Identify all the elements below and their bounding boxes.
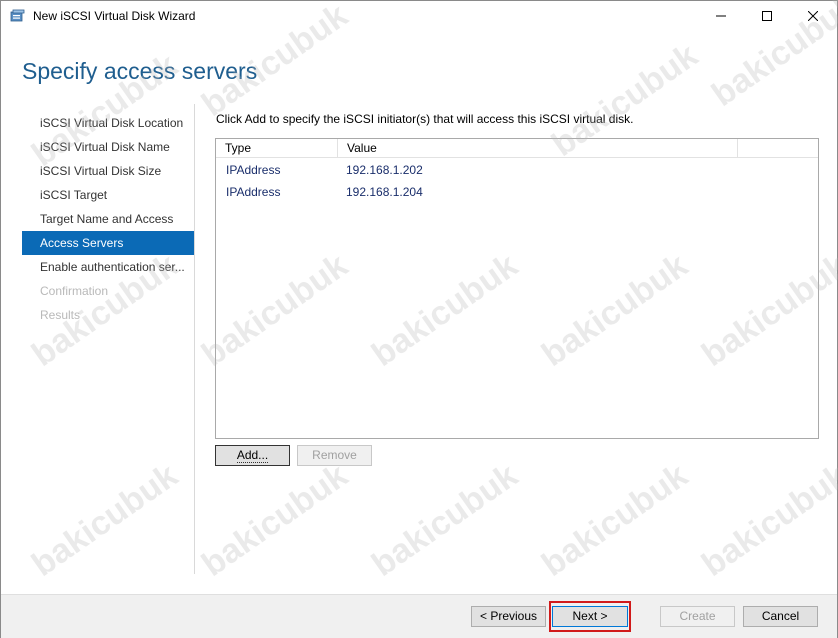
row-value: 192.168.1.204 [346, 185, 423, 199]
table-row[interactable]: IPAddress 192.168.1.204 [216, 181, 816, 203]
create-button: Create [660, 606, 735, 627]
list-header: Type Value [216, 139, 818, 158]
column-header-type[interactable]: Type [216, 139, 338, 157]
maximize-icon [762, 11, 772, 21]
wizard-window: New iSCSI Virtual Disk Wizard Specify ac… [0, 0, 838, 638]
nav-divider [194, 104, 195, 574]
previous-button[interactable]: < Previous [471, 606, 546, 627]
nav-step-results: Results [40, 308, 81, 322]
row-value: 192.168.1.202 [346, 163, 423, 177]
nav-step-confirmation: Confirmation [40, 284, 109, 298]
title-bar: New iSCSI Virtual Disk Wizard [1, 1, 837, 31]
nav-step-authentication[interactable]: Enable authentication ser... [22, 255, 194, 279]
watermark: bakicubuk [365, 456, 525, 584]
close-icon [808, 11, 818, 21]
row-type: IPAddress [226, 185, 281, 199]
minimize-icon [716, 15, 726, 17]
remove-button: Remove [297, 445, 372, 466]
close-button[interactable] [790, 1, 836, 31]
nav-step-disk-name[interactable]: iSCSI Virtual Disk Name [22, 135, 194, 159]
disk-wizard-icon [10, 9, 25, 22]
watermark: bakicubuk [695, 456, 838, 584]
row-type: IPAddress [226, 163, 281, 177]
window-title: New iSCSI Virtual Disk Wizard [33, 9, 196, 23]
maximize-button[interactable] [744, 1, 790, 31]
minimize-button[interactable] [698, 1, 744, 31]
cancel-button[interactable]: Cancel [743, 606, 818, 627]
add-button-label: Add... [236, 448, 269, 463]
column-header-value[interactable]: Value [338, 139, 738, 157]
table-row[interactable]: IPAddress 192.168.1.202 [216, 159, 816, 181]
wizard-steps-nav: iSCSI Virtual Disk Location iSCSI Virtua… [22, 111, 194, 327]
nav-step-iscsi-target[interactable]: iSCSI Target [22, 183, 194, 207]
next-button-highlight [549, 601, 631, 632]
nav-step-disk-location[interactable]: iSCSI Virtual Disk Location [22, 111, 194, 135]
nav-step-disk-size[interactable]: iSCSI Virtual Disk Size [22, 159, 194, 183]
nav-step-target-name-access[interactable]: Target Name and Access [22, 207, 194, 231]
instruction-text: Click Add to specify the iSCSI initiator… [216, 112, 634, 126]
page-title: Specify access servers [22, 58, 258, 84]
nav-step-access-servers[interactable]: Access Servers [22, 231, 194, 255]
watermark: bakicubuk [195, 456, 355, 584]
watermark: bakicubuk [535, 456, 695, 584]
watermark: bakicubuk [25, 456, 185, 584]
add-button[interactable]: Add... [215, 445, 290, 466]
initiator-list[interactable]: Type Value IPAddress 192.168.1.202 IPAdd… [215, 138, 819, 439]
